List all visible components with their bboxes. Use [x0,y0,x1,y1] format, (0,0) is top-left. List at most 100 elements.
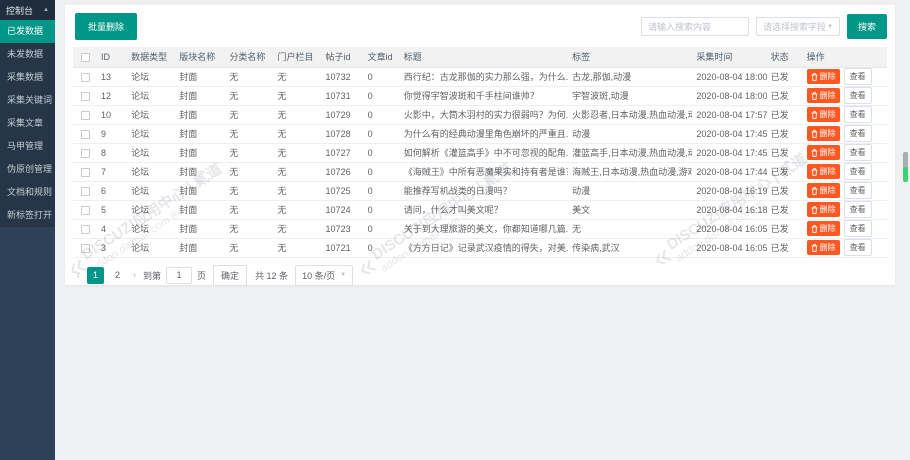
page-button-2[interactable]: 2 [109,267,126,284]
delete-button[interactable]: 删除 [807,240,840,255]
collapse-up-icon[interactable]: ▲ [43,7,49,13]
row-checkbox[interactable] [81,73,90,82]
sidebar-item-puppet-management[interactable]: 马甲管理 [0,135,55,158]
row-checkbox[interactable] [81,187,90,196]
cell-id: 5 [97,200,127,219]
cell-status: 已发 [767,219,803,238]
search-field-select[interactable]: 请选择搜索字段 ▼ [756,17,840,36]
cell-portal: 无 [273,105,321,124]
cell-data-type: 论坛 [127,105,175,124]
row-checkbox[interactable] [81,206,90,215]
goto-confirm-button[interactable]: 确定 [213,265,247,286]
cell-status: 已发 [767,105,803,124]
row-checkbox[interactable] [81,149,90,158]
cell-status: 已发 [767,124,803,143]
view-button[interactable]: 查看 [844,144,872,161]
goto-page-input[interactable] [166,267,192,284]
view-button[interactable]: 查看 [844,220,872,237]
next-page-icon[interactable]: › [131,270,138,280]
cell-id: 8 [97,143,127,162]
header-article-id: 文章id [364,47,400,67]
view-button[interactable]: 查看 [844,87,872,104]
cell-data-type: 论坛 [127,181,175,200]
delete-button[interactable]: 删除 [807,221,840,236]
cell-collect-time: 2020-08-04 17:57 [692,105,766,124]
delete-button[interactable]: 删除 [807,69,840,84]
sidebar-header-console[interactable]: 控制台 ▲ [0,0,55,20]
sidebar-item-unpublished-data[interactable]: 未发数据 [0,43,55,66]
vertical-scrollbar-thumb[interactable] [903,152,908,182]
cell-collect-time: 2020-08-04 18:00 [692,86,766,105]
row-checkbox[interactable] [81,111,90,120]
delete-button[interactable]: 删除 [807,145,840,160]
cell-category: 无 [225,181,273,200]
row-checkbox[interactable] [81,130,90,139]
cell-forum-name: 封面 [175,238,225,257]
trash-icon [811,244,818,252]
table-header: ID 数据类型 版块名称 分类名称 门户栏目 帖子id 文章id 标题 标签 采… [73,47,887,67]
delete-button[interactable]: 删除 [807,183,840,198]
delete-button[interactable]: 删除 [807,164,840,179]
page-size-select[interactable]: 10 条/页 ▼ [295,265,353,286]
sidebar-item-published-data[interactable]: 已发数据 [0,20,55,43]
table-row: 9论坛封面无无107280为什么有的经典动漫里角色崩坏的严重且...动漫2020… [73,124,887,143]
cell-article-id: 0 [364,181,400,200]
view-button[interactable]: 查看 [844,68,872,85]
cell-title: 火影中，大筒木羽村的实力很弱吗？为何... [400,105,568,124]
search-input[interactable] [641,17,749,36]
cell-checkbox [73,238,97,257]
view-button[interactable]: 查看 [844,106,872,123]
view-button[interactable]: 查看 [844,182,872,199]
cell-category: 无 [225,67,273,86]
cell-id: 12 [97,86,127,105]
cell-tags: 动漫 [568,181,692,200]
cell-tags: 传染病,武汉 [568,238,692,257]
sidebar-item-pseudo-original[interactable]: 伪原创管理 [0,158,55,181]
cell-actions: 删除查看 [803,124,887,143]
cell-collect-time: 2020-08-04 18:00 [692,67,766,86]
cell-data-type: 论坛 [127,67,175,86]
view-button[interactable]: 查看 [844,239,872,256]
select-all-checkbox[interactable] [81,53,90,62]
sidebar-item-collect-articles[interactable]: 采集文章 [0,112,55,135]
header-id: ID [97,47,127,67]
cell-portal: 无 [273,143,321,162]
cell-status: 已发 [767,181,803,200]
cell-id: 6 [97,181,127,200]
cell-collect-time: 2020-08-04 16:19 [692,181,766,200]
sidebar-menu: 已发数据 未发数据 采集数据 采集关键词 采集文章 马甲管理 伪原创管理 文档和… [0,20,55,227]
cell-tags: 海贼王,日本动漫,热血动漫,游戏 [568,162,692,181]
page-button-1[interactable]: 1 [87,267,104,284]
view-button[interactable]: 查看 [844,163,872,180]
prev-page-icon[interactable]: ‹ [75,270,82,280]
pagination: ‹ 1 2 › 到第 页 确定 共 12 条 10 条/页 ▼ [65,258,895,293]
trash-icon [811,168,818,176]
header-status: 状态 [767,47,803,67]
row-checkbox[interactable] [81,244,90,253]
sidebar-item-docs-and-rules[interactable]: 文档和规则 [0,181,55,204]
sidebar-item-collect-keywords[interactable]: 采集关键词 [0,89,55,112]
delete-button[interactable]: 删除 [807,126,840,141]
table-row: 10论坛封面无无107290火影中，大筒木羽村的实力很弱吗？为何...火影忍者,… [73,105,887,124]
sidebar-item-collected-data[interactable]: 采集数据 [0,66,55,89]
row-checkbox[interactable] [81,92,90,101]
search-button[interactable]: 搜索 [847,14,887,39]
delete-button[interactable]: 删除 [807,88,840,103]
delete-button[interactable]: 删除 [807,107,840,122]
view-button[interactable]: 查看 [844,125,872,142]
toolbar: 批量删除 请选择搜索字段 ▼ 搜索 [65,5,895,47]
cell-portal: 无 [273,162,321,181]
cell-forum-name: 封面 [175,219,225,238]
view-button[interactable]: 查看 [844,201,872,218]
batch-delete-button[interactable]: 批量删除 [75,13,137,40]
delete-button[interactable]: 删除 [807,202,840,217]
trash-icon [811,130,818,138]
row-checkbox[interactable] [81,225,90,234]
cell-category: 无 [225,86,273,105]
sidebar-item-open-new-tab[interactable]: 新标签打开 [0,204,55,227]
cell-id: 10 [97,105,127,124]
sidebar: 控制台 ▲ 已发数据 未发数据 采集数据 采集关键词 采集文章 马甲管理 伪原创… [0,0,55,460]
cell-data-type: 论坛 [127,238,175,257]
row-checkbox[interactable] [81,168,90,177]
header-collect-time: 采集时间 [692,47,766,67]
